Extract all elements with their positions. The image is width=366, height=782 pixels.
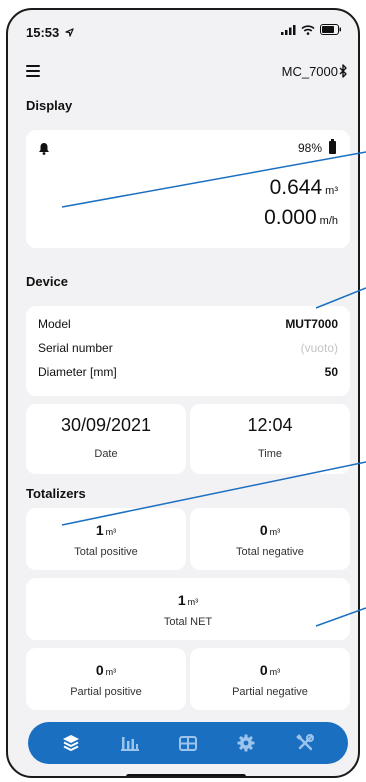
partial-positive-card[interactable]: 0 m³ Partial positive — [26, 648, 186, 710]
display-card: 98% 0.644 m³ 0.000 m/h — [26, 130, 350, 248]
total-negative-card[interactable]: 0 m³ Total negative — [190, 508, 350, 570]
flow-value: 0.000 — [264, 206, 317, 229]
app-header: MC_7000 — [8, 60, 358, 84]
home-indicator — [126, 774, 246, 776]
date-label: Date — [94, 448, 118, 460]
model-row: Model MUT7000 — [38, 314, 338, 334]
settings-icon — [237, 734, 255, 752]
device-info-card: Model MUT7000 Serial number (vuoto) Diam… — [26, 306, 350, 396]
time-label: Time — [257, 448, 283, 460]
device-section-title: Device — [26, 274, 68, 289]
total-net-card[interactable]: 1 m³ Total NET — [26, 578, 350, 640]
serial-number-row: Serial number (vuoto) — [38, 338, 338, 358]
display-section-title: Display — [26, 98, 73, 113]
serial-number-value: (vuoto) — [300, 341, 338, 355]
battery-percentage: 98% — [297, 141, 322, 155]
time-value: 12:04 — [247, 415, 293, 435]
model-label: Model — [38, 317, 71, 331]
flow-unit: m/h — [319, 215, 338, 227]
partial-negative-value: 0 m³ — [259, 662, 281, 678]
signal-icon — [281, 24, 296, 35]
flow-reading: 0.000 m/h — [264, 206, 338, 230]
volume-reading: 0.644 m³ — [270, 176, 338, 200]
bluetooth-icon — [339, 64, 347, 78]
location-arrow-icon — [65, 28, 74, 37]
tools-icon — [295, 734, 314, 751]
total-net-label: Total NET — [163, 616, 213, 628]
total-negative-label: Total negative — [236, 546, 304, 558]
nav-layers[interactable] — [53, 725, 89, 761]
total-positive-value: 1 m³ — [95, 522, 117, 538]
status-bar: 15:53 — [8, 10, 358, 46]
partial-negative-label: Partial negative — [232, 686, 308, 698]
serial-number-label: Serial number — [38, 341, 113, 355]
diameter-value: 50 — [324, 365, 338, 379]
total-positive-label: Total positive — [74, 546, 138, 558]
volume-unit: m³ — [325, 185, 338, 197]
table-icon — [178, 735, 197, 751]
partial-positive-value: 0 m³ — [95, 662, 117, 678]
partial-positive-label: Partial positive — [70, 686, 142, 698]
phone-battery-icon — [320, 24, 341, 35]
time-card[interactable]: 12:04 Time — [190, 404, 350, 474]
diameter-label: Diameter [mm] — [38, 365, 117, 379]
device-name[interactable]: MC_7000 — [282, 64, 338, 79]
nav-charts[interactable] — [112, 725, 148, 761]
bell-icon[interactable] — [38, 142, 50, 155]
menu-icon[interactable] — [26, 65, 40, 77]
partial-negative-card[interactable]: 0 m³ Partial negative — [190, 648, 350, 710]
date-value: 30/09/2021 — [60, 415, 152, 435]
battery-icon — [329, 139, 336, 154]
phone-screen: 15:53 MC_7000 Display 98% 0.644 m³ 0.000… — [6, 8, 360, 778]
layers-icon — [63, 735, 80, 751]
status-time: 15:53 — [26, 25, 74, 40]
model-value: MUT7000 — [285, 317, 338, 331]
status-time-text: 15:53 — [26, 25, 60, 40]
wifi-icon — [301, 24, 315, 35]
nav-table[interactable] — [170, 725, 206, 761]
volume-value: 0.644 — [269, 176, 323, 199]
bar-chart-icon — [120, 737, 139, 751]
status-icons — [281, 24, 342, 35]
diameter-row: Diameter [mm] 50 — [38, 362, 338, 382]
total-negative-value: 0 m³ — [259, 522, 281, 538]
bottom-nav-bar — [28, 722, 348, 764]
total-positive-card[interactable]: 1 m³ Total positive — [26, 508, 186, 570]
nav-settings[interactable] — [228, 725, 264, 761]
total-net-value: 1 m³ — [177, 592, 199, 608]
totalizers-section-title: Totalizers — [26, 486, 86, 501]
nav-tools[interactable] — [287, 725, 323, 761]
date-card[interactable]: 30/09/2021 Date — [26, 404, 186, 474]
